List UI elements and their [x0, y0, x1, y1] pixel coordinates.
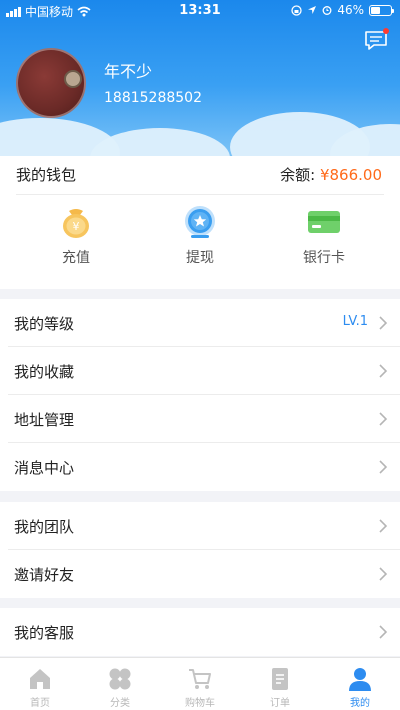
unread-dot: [383, 28, 389, 34]
balance-amount: ¥866.00: [319, 166, 382, 184]
tab-category[interactable]: 分类: [80, 666, 160, 709]
bank-card-label: 银行卡: [303, 250, 345, 266]
menu-item-messages[interactable]: 消息中心: [8, 443, 400, 491]
menu-item-label: 邀请好友: [14, 566, 75, 584]
home-icon: [30, 669, 50, 689]
menu-item-label: 地址管理: [14, 411, 75, 429]
recharge-label: 充值: [62, 250, 90, 266]
alarm-icon: [322, 6, 332, 15]
svg-text:¥: ¥: [73, 220, 80, 233]
divider: [16, 194, 384, 195]
battery-icon: [369, 4, 394, 16]
withdraw-button[interactable]: 提现: [140, 204, 260, 267]
tab-home[interactable]: 首页: [0, 666, 80, 709]
wallet-title: 我的钱包: [16, 166, 77, 184]
tab-label: 购物车: [185, 698, 215, 709]
menu-item-customer-service[interactable]: 我的客服: [8, 608, 400, 656]
avatar[interactable]: [16, 48, 86, 118]
category-icon: [109, 668, 131, 690]
tab-label: 我的: [350, 698, 370, 709]
menu-item-label: 我的客服: [14, 624, 75, 642]
battery-percent: 46%: [337, 3, 364, 17]
level-value: LV.1: [342, 314, 368, 329]
chevron-right-icon: [379, 364, 388, 378]
location-icon: [308, 6, 317, 14]
menu-group-support: 我的客服: [0, 608, 400, 656]
menu-item-label: 我的团队: [14, 518, 75, 536]
balance-label: 余额:: [280, 166, 316, 184]
tab-orders[interactable]: 订单: [240, 666, 320, 709]
battery-level: [371, 6, 380, 14]
tab-bar: 首页 分类 购物车 订单 我的: [0, 657, 400, 710]
tab-cart[interactable]: 购物车: [160, 666, 240, 709]
chevron-right-icon: [379, 460, 388, 474]
bank-card-icon: [308, 211, 340, 233]
profile-icon: [349, 668, 371, 691]
menu-item-favorites[interactable]: 我的收藏: [8, 347, 400, 395]
menu-item-address[interactable]: 地址管理: [8, 395, 400, 443]
order-icon: [272, 668, 288, 690]
avatar-photo: [64, 70, 82, 88]
message-button[interactable]: [364, 28, 389, 52]
chevron-right-icon: [379, 625, 388, 639]
recharge-button[interactable]: ¥ 充值: [16, 204, 136, 267]
menu-item-invite[interactable]: 邀请好友: [8, 550, 400, 598]
withdraw-label: 提现: [186, 250, 214, 266]
tab-label: 订单: [270, 698, 290, 709]
menu-item-label: 我的等级: [14, 315, 75, 333]
tab-profile[interactable]: 我的: [320, 666, 400, 709]
chevron-right-icon: [379, 316, 388, 330]
bank-card-button[interactable]: 银行卡: [264, 204, 384, 267]
menu-item-label: 消息中心: [14, 459, 75, 477]
status-bar: 中国移动 13:31 46%: [0, 0, 400, 22]
wallet-balance: 余额: ¥866.00: [280, 164, 382, 185]
menu-group-account: 我的等级 LV.1 我的收藏 地址管理 消息中心: [0, 299, 400, 491]
withdraw-star-icon: [185, 206, 215, 238]
menu-item-level[interactable]: 我的等级 LV.1: [8, 299, 400, 347]
rotation-lock-icon: [291, 4, 302, 16]
cloud-decoration: [90, 128, 230, 156]
wallet-section: 我的钱包 余额: ¥866.00 ¥ 充值 提现 银行卡: [0, 156, 400, 289]
menu-item-team[interactable]: 我的团队: [8, 502, 400, 550]
tab-label: 首页: [30, 698, 50, 709]
chevron-right-icon: [379, 412, 388, 426]
menu-group-social: 我的团队 邀请好友: [0, 502, 400, 598]
chevron-right-icon: [379, 519, 388, 533]
user-name: 年不少: [104, 62, 153, 81]
chevron-right-icon: [379, 567, 388, 581]
cart-icon: [189, 669, 211, 689]
coin-bag-icon: ¥: [63, 209, 89, 238]
profile-header: 中国移动 13:31 46% 年不少 18815288502: [0, 0, 400, 156]
user-phone: 18815288502: [104, 90, 202, 106]
tab-label: 分类: [110, 698, 130, 709]
menu-item-label: 我的收藏: [14, 363, 75, 381]
